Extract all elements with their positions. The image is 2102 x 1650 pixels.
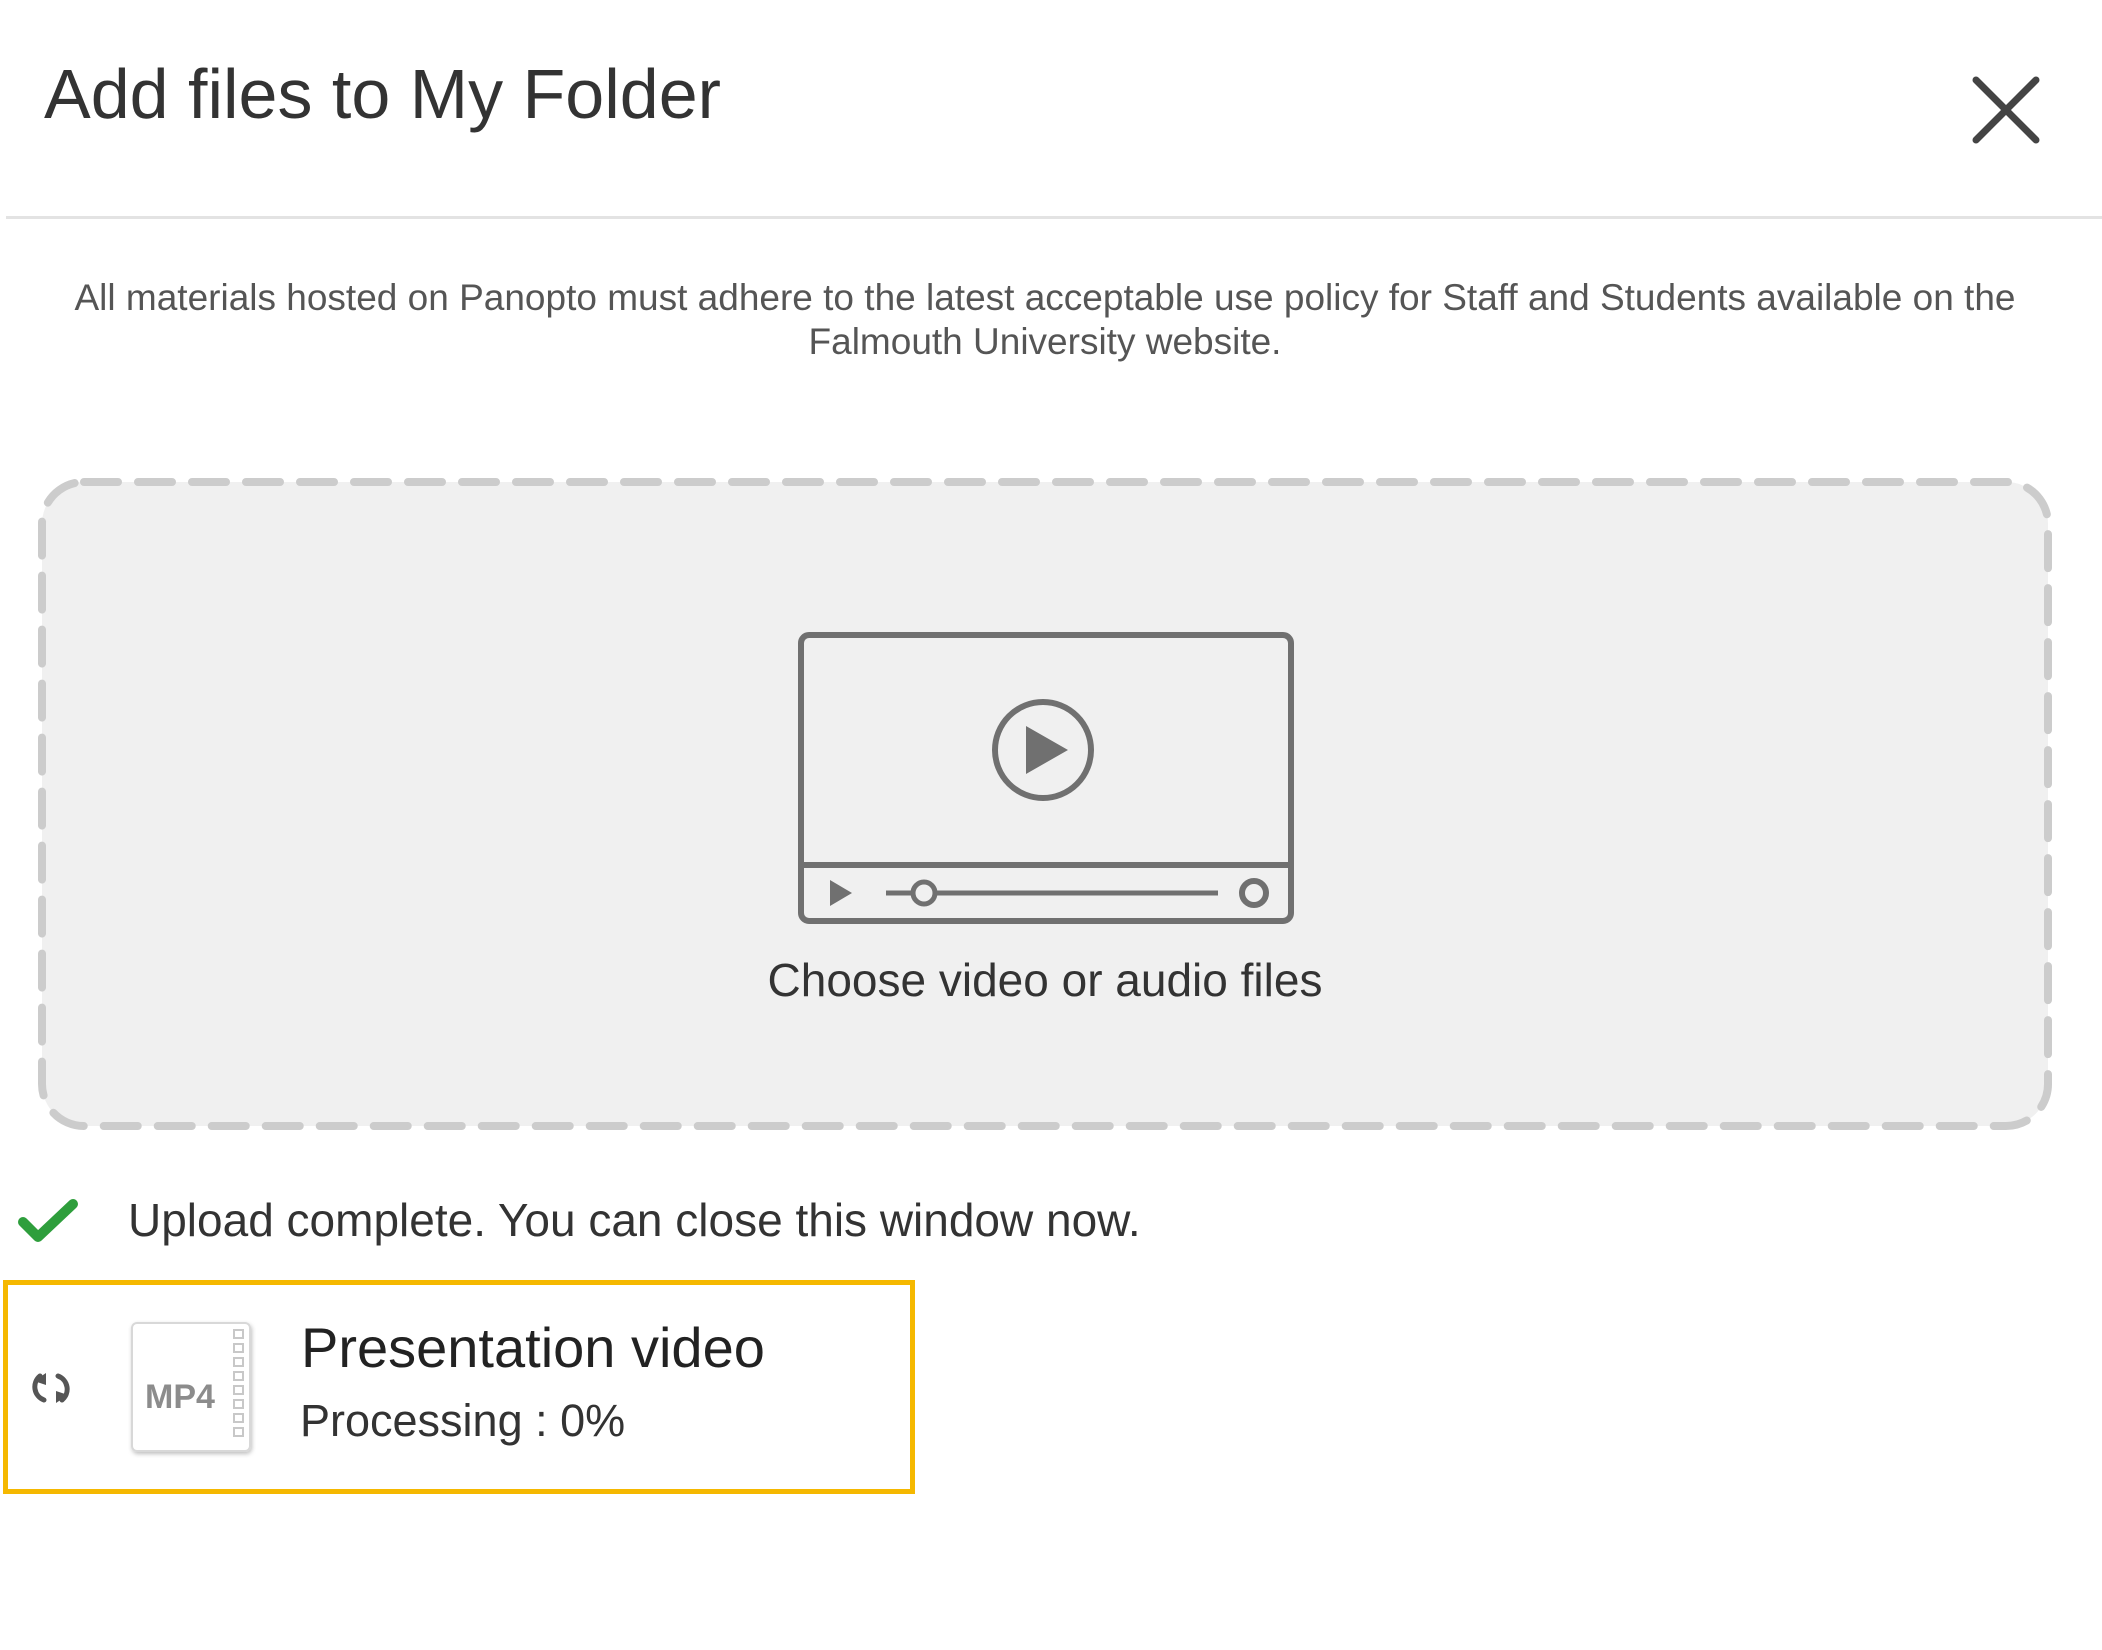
dialog-title: Add files to My Folder: [44, 55, 721, 133]
close-icon: [1972, 76, 2040, 144]
mp4-file-icon: MP4: [131, 1322, 251, 1452]
status-message: Upload complete. You can close this wind…: [128, 1194, 1141, 1246]
file-type-label: MP4: [145, 1378, 215, 1416]
processing-status: Processing : 0%: [300, 1395, 626, 1446]
choose-files-label[interactable]: Choose video or audio files: [38, 952, 2052, 1008]
dialog-header: Add files to My Folder: [0, 0, 2102, 218]
policy-notice: All materials hosted on Panopto must adh…: [74, 277, 2016, 362]
close-button[interactable]: [1966, 70, 2046, 150]
upload-file-item: MP4 Presentation video Processing : 0%: [3, 1280, 915, 1494]
checkmark-icon: [18, 1199, 78, 1242]
refresh-icon: [32, 1373, 70, 1403]
video-player-icon: [798, 632, 1294, 924]
file-dropzone[interactable]: Choose video or audio files: [38, 478, 2052, 1130]
file-name: Presentation video: [301, 1316, 765, 1379]
header-divider: [6, 216, 2102, 219]
